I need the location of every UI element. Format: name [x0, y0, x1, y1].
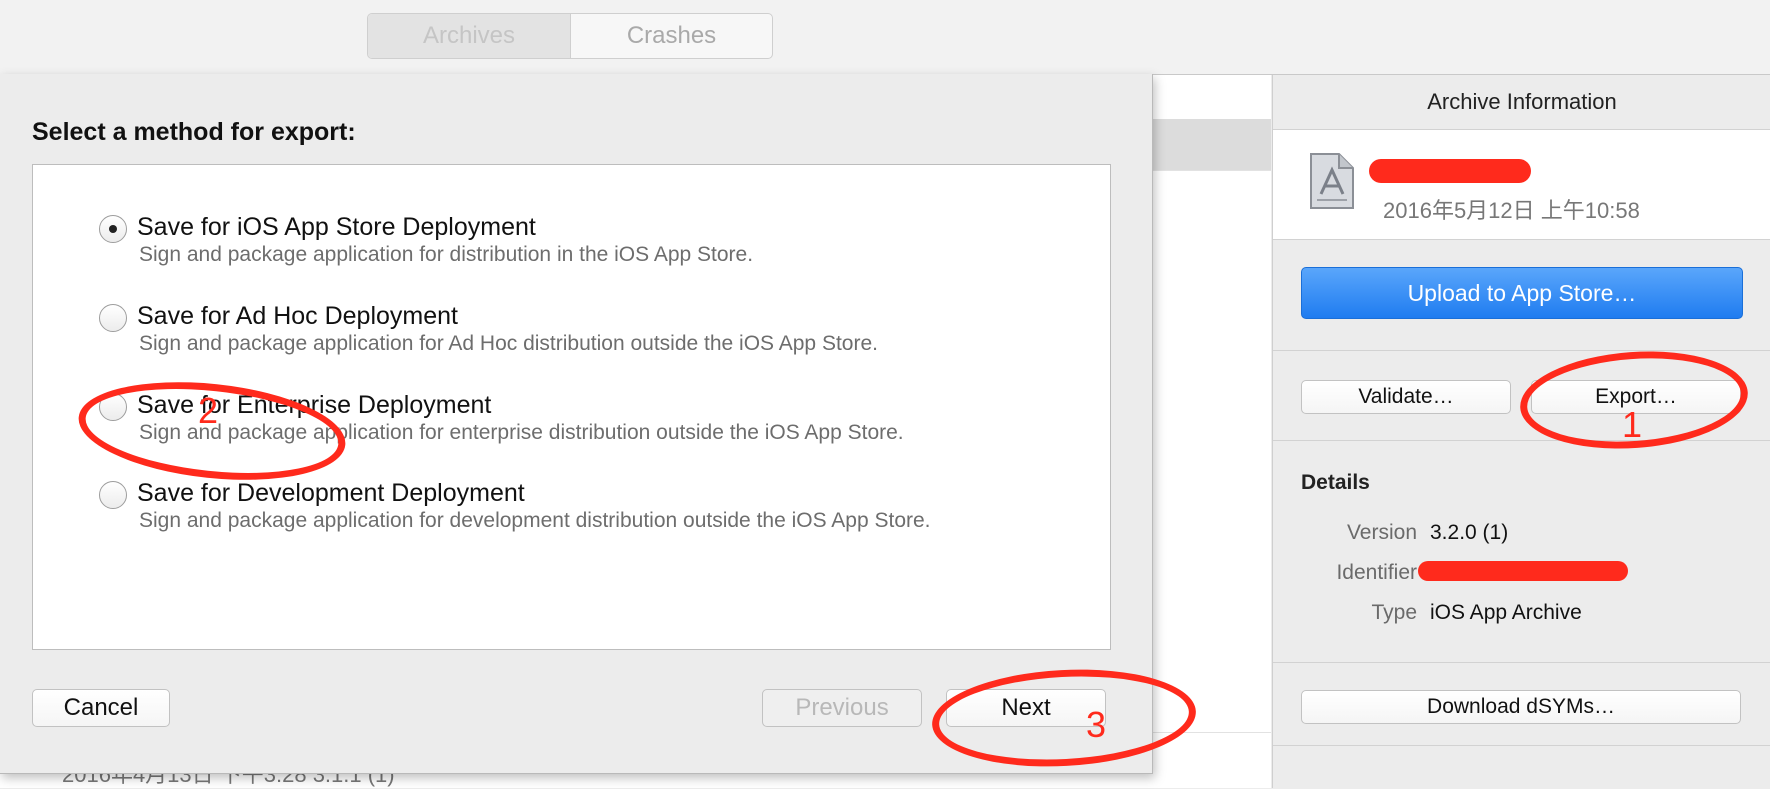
annotation-number-2: 2	[198, 390, 219, 431]
validate-button[interactable]: Validate…	[1301, 380, 1511, 414]
detail-version-value: 3.2.0 (1)	[1430, 521, 1509, 544]
option-ad-hoc-label[interactable]: Save for Ad Hoc Deployment	[137, 302, 458, 331]
divider	[1273, 440, 1770, 441]
detail-type-value: iOS App Archive	[1430, 601, 1582, 624]
archive-date: 2016年5月12日 上午10:58	[1383, 198, 1640, 223]
archive-name-redaction	[1369, 159, 1531, 183]
cancel-button[interactable]: Cancel	[32, 689, 170, 727]
tab-archives[interactable]: Archives	[368, 14, 571, 58]
sheet-title: Select a method for export:	[32, 118, 356, 146]
download-dsyms-button[interactable]: Download dSYMs…	[1301, 690, 1741, 724]
window-toolbar: Archives Crashes	[0, 0, 1770, 75]
radio-ad-hoc[interactable]	[99, 304, 127, 332]
divider	[1273, 662, 1770, 663]
annotation-number-3: 3	[1086, 704, 1107, 745]
detail-type-key: Type	[1371, 601, 1417, 624]
detail-identifier-key: Identifier	[1336, 561, 1417, 584]
details-heading: Details	[1301, 471, 1370, 494]
xcode-archive-icon	[1310, 153, 1354, 209]
option-app-store-label[interactable]: Save for iOS App Store Deployment	[137, 213, 536, 242]
divider	[1273, 745, 1770, 746]
upload-to-app-store-button[interactable]: Upload to App Store…	[1301, 267, 1743, 319]
identifier-redaction	[1418, 561, 1628, 581]
divider	[1273, 350, 1770, 351]
organizer-tab-control: Archives Crashes	[367, 13, 773, 59]
annotation-number-1: 1	[1622, 404, 1643, 445]
previous-button[interactable]: Previous	[762, 689, 922, 727]
option-development-label[interactable]: Save for Development Deployment	[137, 479, 525, 508]
archive-summary: 2016年5月12日 上午10:58	[1273, 130, 1770, 240]
option-development-description: Sign and package application for develop…	[139, 509, 931, 532]
option-app-store-description: Sign and package application for distrib…	[139, 243, 754, 266]
tab-crashes[interactable]: Crashes	[571, 14, 772, 58]
inspector-title: Archive Information	[1273, 75, 1770, 130]
radio-app-store[interactable]	[99, 215, 127, 243]
option-ad-hoc-description: Sign and package application for Ad Hoc …	[139, 332, 878, 355]
radio-development[interactable]	[99, 481, 127, 509]
detail-version-key: Version	[1346, 521, 1417, 544]
